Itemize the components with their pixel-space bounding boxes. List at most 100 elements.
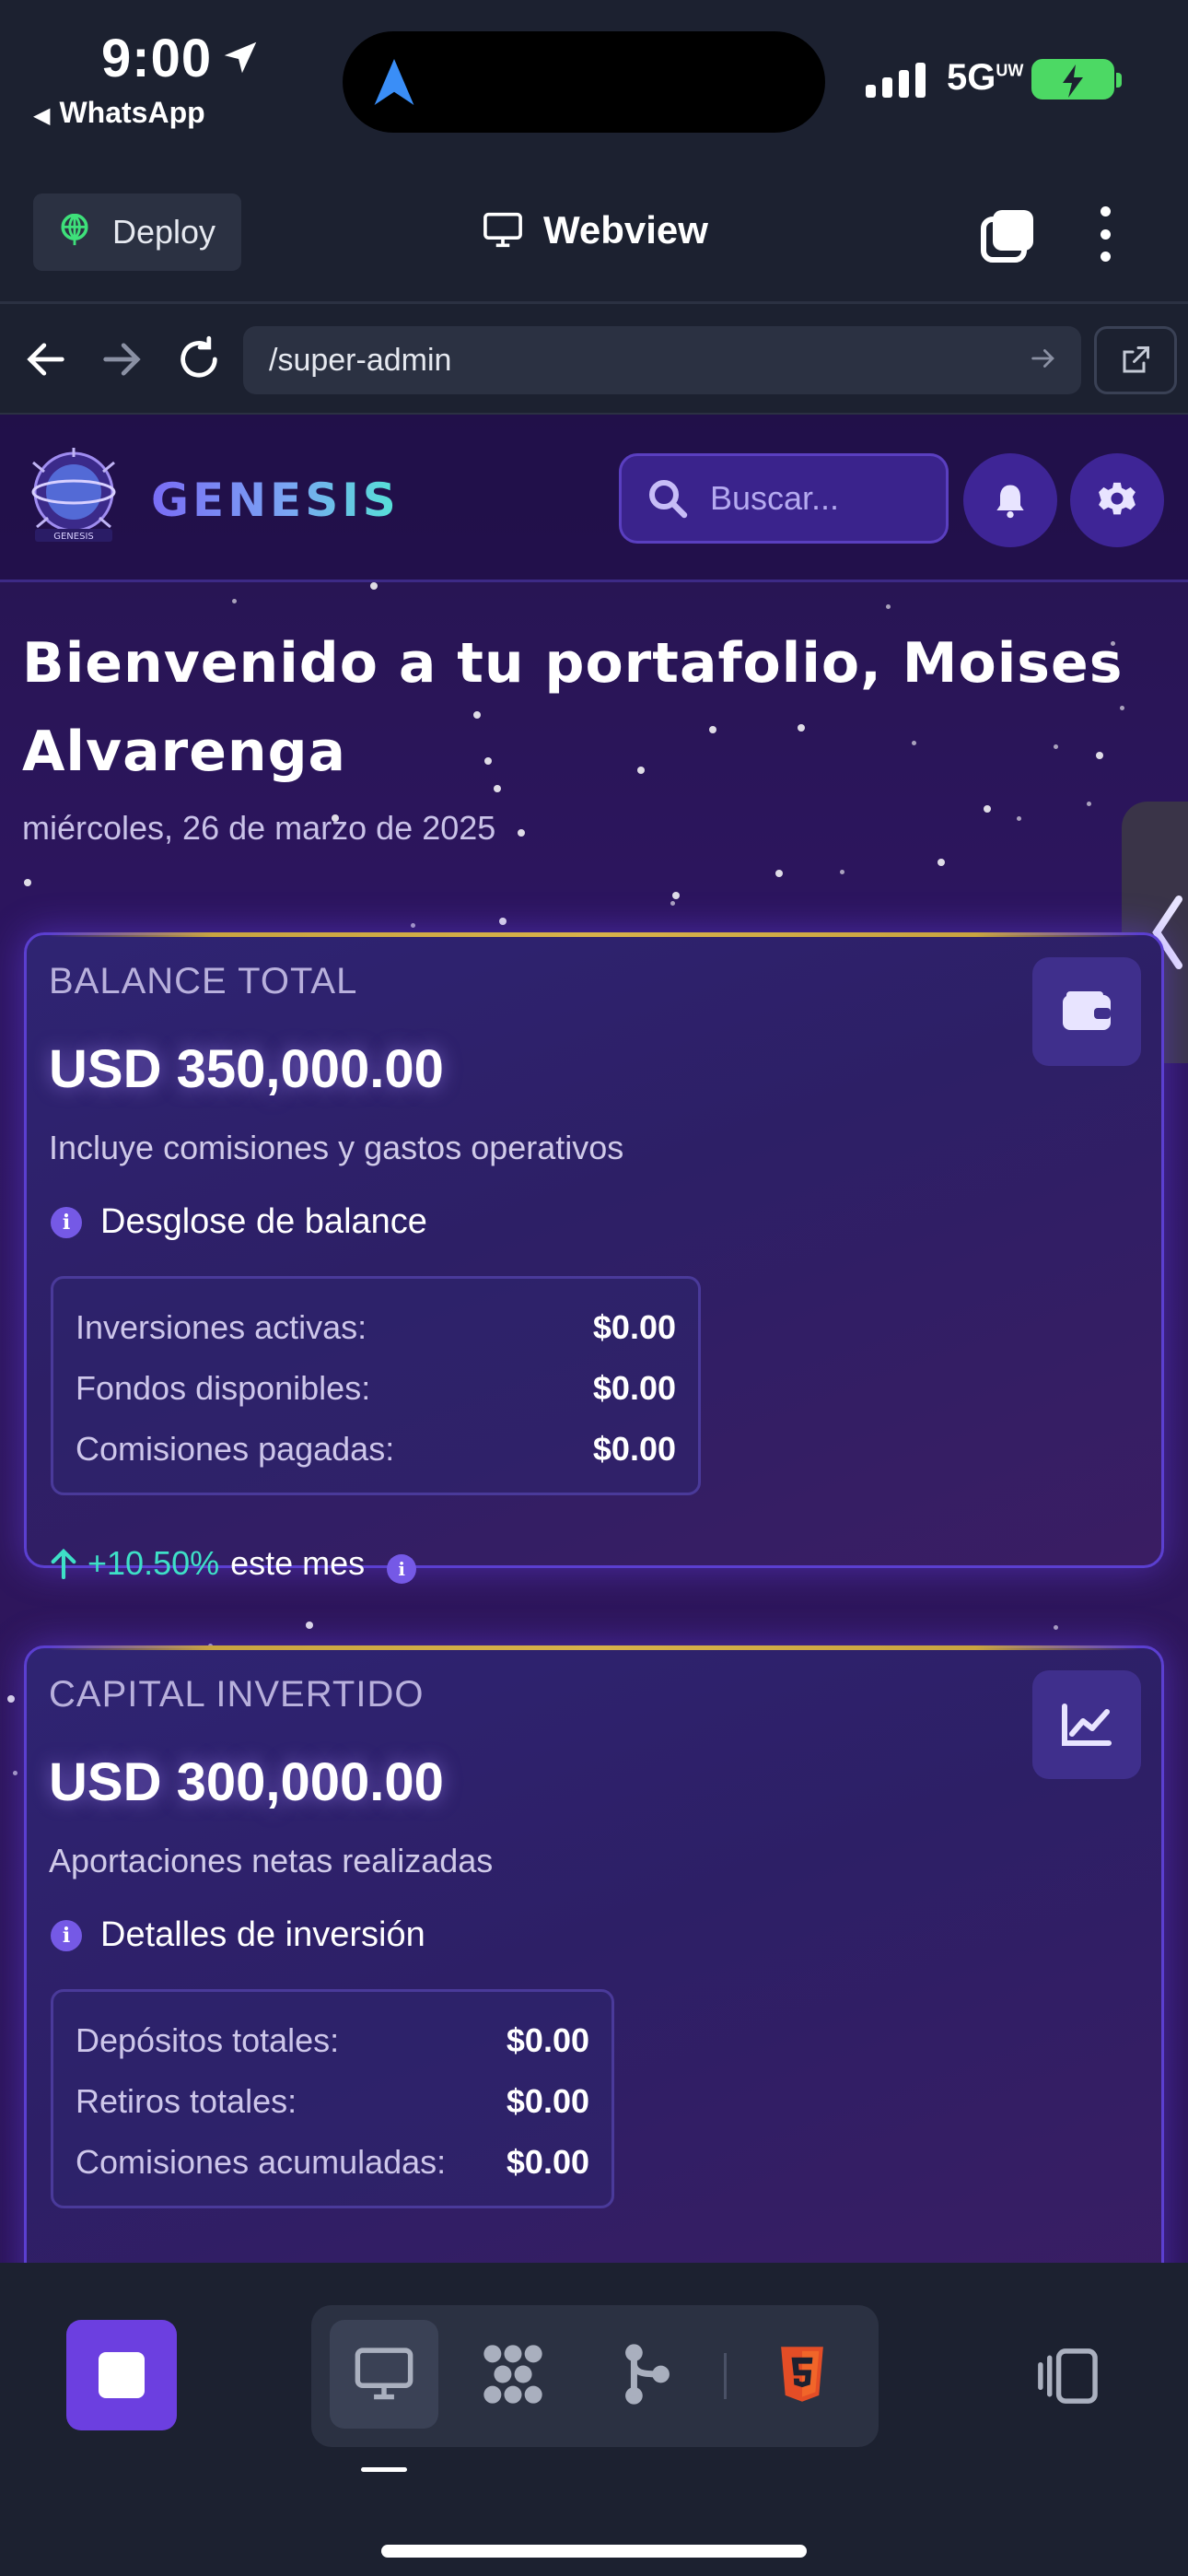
- tool-separator: [724, 2353, 727, 2399]
- device-preview-icon[interactable]: [1031, 2346, 1100, 2406]
- card-subtitle: Incluye comisiones y gastos operativos: [49, 1129, 624, 1166]
- star: [1087, 802, 1091, 806]
- search-box[interactable]: [619, 453, 949, 544]
- row-value: $0.00: [506, 2021, 589, 2059]
- growth-text: este mes: [230, 1544, 366, 1582]
- logo-text: GENESIS: [53, 532, 94, 542]
- card-subtitle: Aportaciones netas realizadas: [49, 1842, 494, 1879]
- signal-icon: [866, 61, 926, 98]
- card-label: BALANCE TOTAL: [49, 961, 358, 1001]
- url-path: /super-admin: [269, 342, 452, 378]
- star: [984, 805, 991, 813]
- agent-tool-button[interactable]: [459, 2320, 567, 2429]
- location-arrow-icon: [224, 41, 257, 74]
- url-input[interactable]: /super-admin: [243, 326, 1081, 394]
- replit-toolbar: Deploy Webview: [0, 175, 1188, 304]
- external-link-icon: [1123, 346, 1149, 373]
- replit-bottom-bar: [0, 2263, 1188, 2576]
- back-arrow-icon[interactable]: [22, 335, 70, 383]
- star: [886, 604, 891, 609]
- star: [7, 1695, 15, 1703]
- star: [13, 1771, 17, 1775]
- gear-icon: [1099, 482, 1136, 515]
- search-input[interactable]: [710, 479, 913, 518]
- info-icon[interactable]: i: [387, 1554, 417, 1584]
- investment-details-box: Depósitos totales: $0.00 Retiros totales:…: [51, 1989, 614, 2208]
- card-value: USD 350,000.00: [49, 1039, 444, 1099]
- info-label: Detalles de inversión: [100, 1915, 425, 1954]
- star: [938, 859, 945, 866]
- git-tool-button[interactable]: [593, 2320, 702, 2429]
- deploy-button[interactable]: Deploy: [33, 193, 241, 271]
- notifications-button[interactable]: [963, 453, 1057, 547]
- investment-details-toggle[interactable]: i Detalles de inversión: [51, 1915, 425, 1955]
- star: [499, 918, 507, 925]
- bell-icon: [996, 485, 1024, 519]
- star: [370, 582, 378, 590]
- balance-card: BALANCE TOTAL USD 350,000.00 Incluye com…: [24, 932, 1164, 1584]
- star: [306, 1622, 313, 1629]
- webview-tab-title[interactable]: Webview: [483, 208, 708, 252]
- monitor-icon: [483, 212, 522, 248]
- info-icon: i: [51, 1206, 82, 1238]
- star: [24, 879, 31, 886]
- row-label: Inversiones activas:: [76, 1308, 367, 1346]
- info-label: Desglose de balance: [100, 1202, 427, 1241]
- breakdown-row: Retiros totales: $0.00: [76, 2071, 589, 2132]
- breakdown-row: Fondos disponibles: $0.00: [76, 1358, 676, 1419]
- balance-breakdown-toggle[interactable]: i Desglose de balance: [51, 1202, 427, 1242]
- star: [1054, 1625, 1058, 1630]
- star: [232, 599, 237, 603]
- row-value: $0.00: [592, 1308, 676, 1346]
- navigation-arrow-icon: [374, 59, 414, 105]
- url-bar: /super-admin: [0, 306, 1188, 415]
- more-options-icon[interactable]: [1096, 206, 1114, 262]
- go-arrow-icon[interactable]: [1028, 343, 1059, 374]
- html-tool-button[interactable]: [748, 2320, 856, 2429]
- network-sup: UW: [996, 61, 1024, 80]
- breakdown-row: Depósitos totales: $0.00: [76, 2010, 589, 2071]
- stop-button[interactable]: [66, 2320, 177, 2430]
- webview-content: GENESIS GENESIS Bienvenido a tu portafol…: [0, 415, 1188, 2263]
- forward-arrow-icon[interactable]: [98, 335, 146, 383]
- tool-switcher: [311, 2305, 879, 2447]
- star: [840, 870, 844, 874]
- network-type: 5GUW: [947, 57, 1023, 99]
- breakdown-row: Inversiones activas: $0.00: [76, 1297, 676, 1358]
- card-label: CAPITAL INVERTIDO: [49, 1674, 425, 1715]
- wallet-icon: [1063, 991, 1111, 1030]
- card-icon-badge: [1032, 957, 1141, 1066]
- reload-icon[interactable]: [175, 335, 223, 383]
- html5-icon: [781, 2347, 823, 2402]
- monthly-growth: +10.50% este mes i: [51, 1543, 417, 1584]
- settings-button[interactable]: [1070, 453, 1164, 547]
- deploy-label: Deploy: [112, 213, 216, 251]
- balance-breakdown-box: Inversiones activas: $0.00 Fondos disponi…: [51, 1276, 701, 1495]
- star: [411, 923, 415, 928]
- star: [670, 901, 675, 906]
- open-external-button[interactable]: [1094, 326, 1177, 394]
- star: [518, 829, 525, 837]
- battery-charging-icon: [1031, 59, 1122, 100]
- breakdown-row: Comisiones acumuladas: $0.00: [76, 2132, 589, 2193]
- welcome-heading: Bienvenido a tu portafolio, Moises Alvar…: [22, 631, 1124, 784]
- row-label: Retiros totales:: [76, 2082, 297, 2120]
- webview-tool-button[interactable]: [330, 2320, 438, 2429]
- back-app-name: WhatsApp: [59, 96, 205, 129]
- brand-name[interactable]: GENESIS: [151, 474, 400, 527]
- status-bar: 9:00 ◀ WhatsApp 5GUW: [0, 0, 1188, 175]
- deploy-globe-icon: [61, 214, 88, 246]
- home-indicator[interactable]: [381, 2545, 807, 2558]
- invested-capital-card: CAPITAL INVERTIDO USD 300,000.00 Aportac…: [24, 1645, 1164, 2263]
- active-tool-indicator: [361, 2467, 407, 2472]
- row-value: $0.00: [592, 1430, 676, 1468]
- back-to-app-link[interactable]: ◀ WhatsApp: [33, 96, 205, 130]
- row-value: $0.00: [592, 1369, 676, 1407]
- genesis-logo[interactable]: GENESIS: [18, 444, 129, 555]
- current-date: miércoles, 26 de marzo de 2025: [22, 809, 496, 847]
- row-label: Depósitos totales:: [76, 2021, 340, 2059]
- card-value: USD 300,000.00: [49, 1752, 444, 1812]
- dynamic-island: [343, 31, 825, 133]
- card-icon-badge: [1032, 1670, 1141, 1779]
- tabs-switcher-icon[interactable]: [980, 208, 1035, 263]
